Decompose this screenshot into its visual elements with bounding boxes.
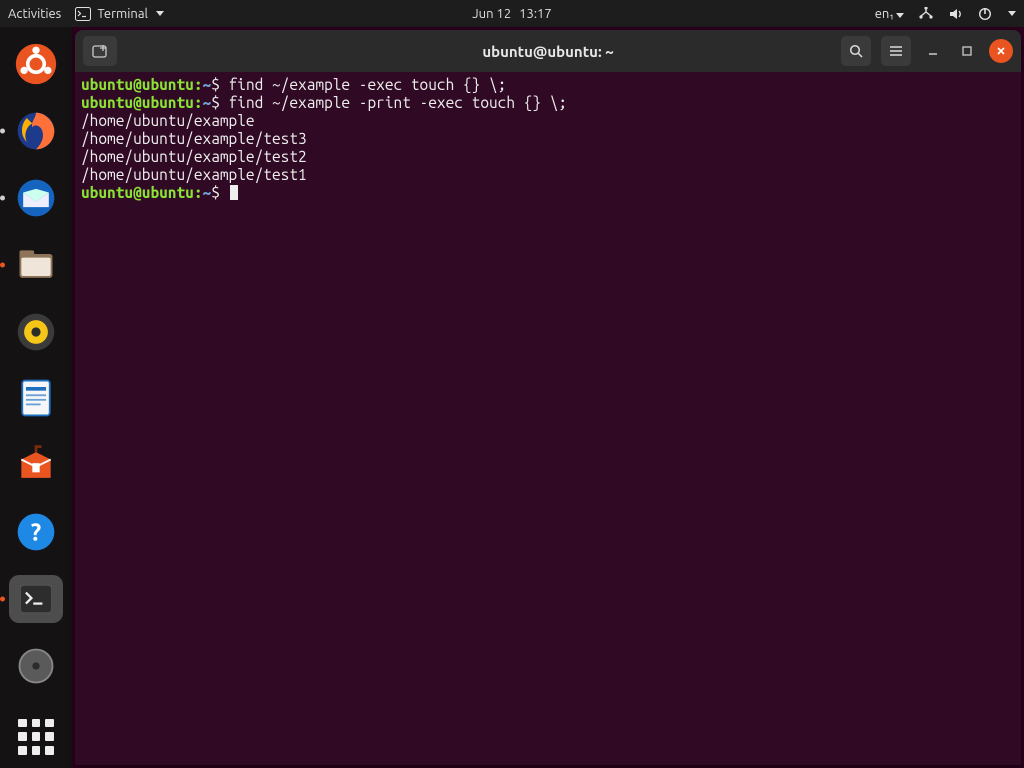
dock-item-firefox[interactable] [9,107,63,156]
minimize-button[interactable] [921,39,945,63]
minimize-icon [927,45,939,57]
close-icon [995,45,1007,57]
app-menu-label: Terminal [97,7,148,21]
clock[interactable]: Jun 12 13:17 [472,7,551,21]
show-applications-button[interactable] [9,712,63,761]
terminal-output-area[interactable]: ubuntu@ubuntu:~$ find ~/example -exec to… [75,72,1021,765]
activities-button[interactable]: Activities [8,7,61,21]
dock-item-ubuntu-software[interactable] [9,441,63,490]
writer-icon [14,376,58,420]
app-menu[interactable]: Terminal [75,7,164,21]
software-icon [14,443,58,487]
volume-icon[interactable] [948,7,964,21]
ubuntu-logo-icon [14,42,58,86]
new-tab-icon [91,43,109,59]
chevron-down-icon [1008,11,1016,16]
dock-item-help[interactable]: ? [9,508,63,557]
terminal-small-icon [75,7,91,21]
speaker-icon [14,310,58,354]
window-titlebar[interactable]: ubuntu@ubuntu: ~ [75,30,1021,72]
help-icon: ? [14,510,58,554]
close-button[interactable] [989,39,1013,63]
chevron-down-icon [156,11,164,16]
dock-item-libreoffice-writer[interactable] [9,374,63,423]
hamburger-menu-button[interactable] [881,36,911,66]
files-icon [14,243,58,287]
maximize-icon [961,45,973,57]
svg-text:?: ? [31,518,41,545]
power-icon[interactable] [978,7,992,21]
dock-item-ubuntu[interactable] [9,40,63,89]
dock: ? [0,27,72,768]
chevron-down-icon [896,13,904,18]
search-icon [848,43,864,59]
terminal-window: ubuntu@ubuntu: ~ ubuntu@ubuntu:~$ find ~… [75,30,1021,765]
dock-item-disks[interactable] [9,641,63,690]
firefox-icon [14,109,58,153]
clock-date: Jun 12 [472,7,511,21]
new-tab-button[interactable] [83,36,117,66]
maximize-button[interactable] [955,39,979,63]
disk-icon [14,644,58,688]
hamburger-icon [888,44,904,58]
thunderbird-icon [14,176,58,220]
search-button[interactable] [841,36,871,66]
apps-grid-icon [18,719,54,755]
terminal-icon [14,577,58,621]
input-source-indicator[interactable]: en₁ [875,7,904,21]
gnome-top-bar: Activities Terminal Jun 12 13:17 en₁ [0,0,1024,27]
clock-time: 13:17 [519,7,552,21]
dock-item-terminal[interactable] [9,575,63,624]
dock-item-rhythmbox[interactable] [9,307,63,356]
network-icon[interactable] [918,7,934,21]
dock-item-files[interactable] [9,240,63,289]
window-title: ubuntu@ubuntu: ~ [482,43,613,60]
dock-item-thunderbird[interactable] [9,174,63,223]
